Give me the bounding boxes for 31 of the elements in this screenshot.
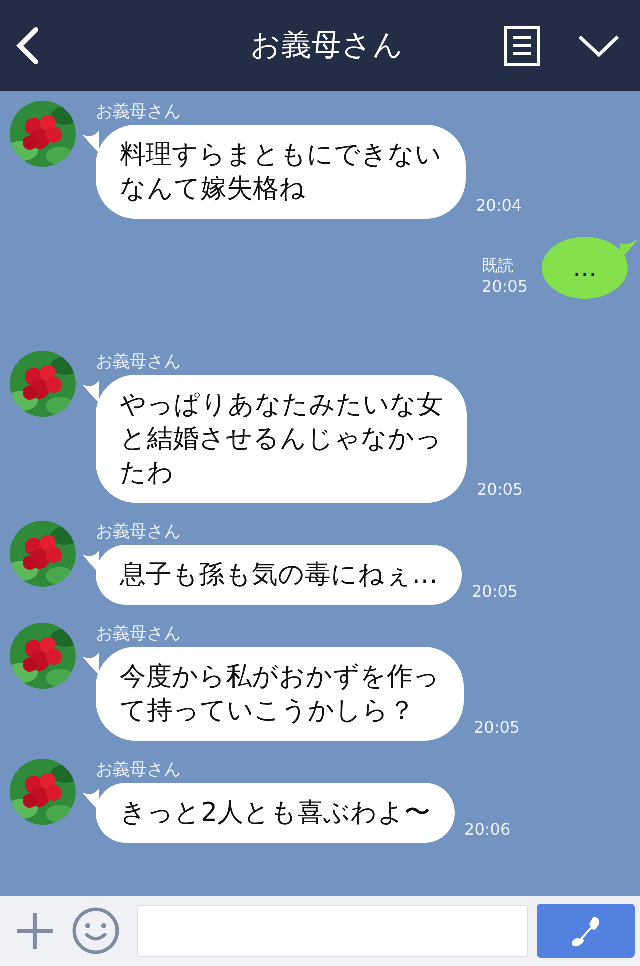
bubble-tail — [83, 653, 99, 675]
message-time: 20:06 — [464, 820, 511, 839]
sender-name: お義母さん — [96, 101, 182, 123]
smiley-icon[interactable] — [72, 907, 120, 955]
sender-name: お義母さん — [96, 623, 182, 645]
message-bubble: 今度から私がおかずを作っ て持っていこうかしら？ — [96, 647, 464, 741]
plus-icon[interactable] — [15, 911, 55, 951]
message-bubble: やっぱりあなたみたいな女 と結婚させるんじゃなかっ たわ — [96, 375, 467, 503]
sender-name: お義母さん — [96, 351, 182, 373]
message-bubble: きっと2人とも喜ぶわよ〜 — [96, 783, 455, 843]
bubble-tail — [83, 381, 99, 403]
bubble-tail — [83, 551, 99, 573]
message-time: 20:05 — [472, 582, 518, 601]
message-bubble: … — [542, 237, 628, 299]
message-time: 20:05 — [482, 276, 528, 297]
call-button[interactable] — [537, 904, 635, 958]
message-input[interactable] — [136, 905, 528, 957]
message-bubble: 息子も孫も気の毒にねぇ… — [96, 545, 462, 605]
bubble-tail — [83, 131, 99, 153]
menu-icon[interactable] — [504, 26, 540, 66]
chevron-down-icon[interactable] — [578, 34, 620, 56]
read-receipt: 既読 — [482, 255, 514, 276]
back-icon[interactable] — [14, 26, 40, 64]
chat-title: お義母さん — [250, 27, 404, 65]
sender-name: お義母さん — [96, 759, 182, 781]
message-time: 20:05 — [474, 718, 520, 737]
message-bubble: 料理すらまともにできない なんて嫁失格ね — [96, 125, 466, 219]
message-time: 20:04 — [476, 196, 522, 215]
sender-name: お義母さん — [96, 521, 182, 543]
message-time: 20:05 — [477, 480, 524, 499]
bubble-tail — [83, 789, 99, 811]
